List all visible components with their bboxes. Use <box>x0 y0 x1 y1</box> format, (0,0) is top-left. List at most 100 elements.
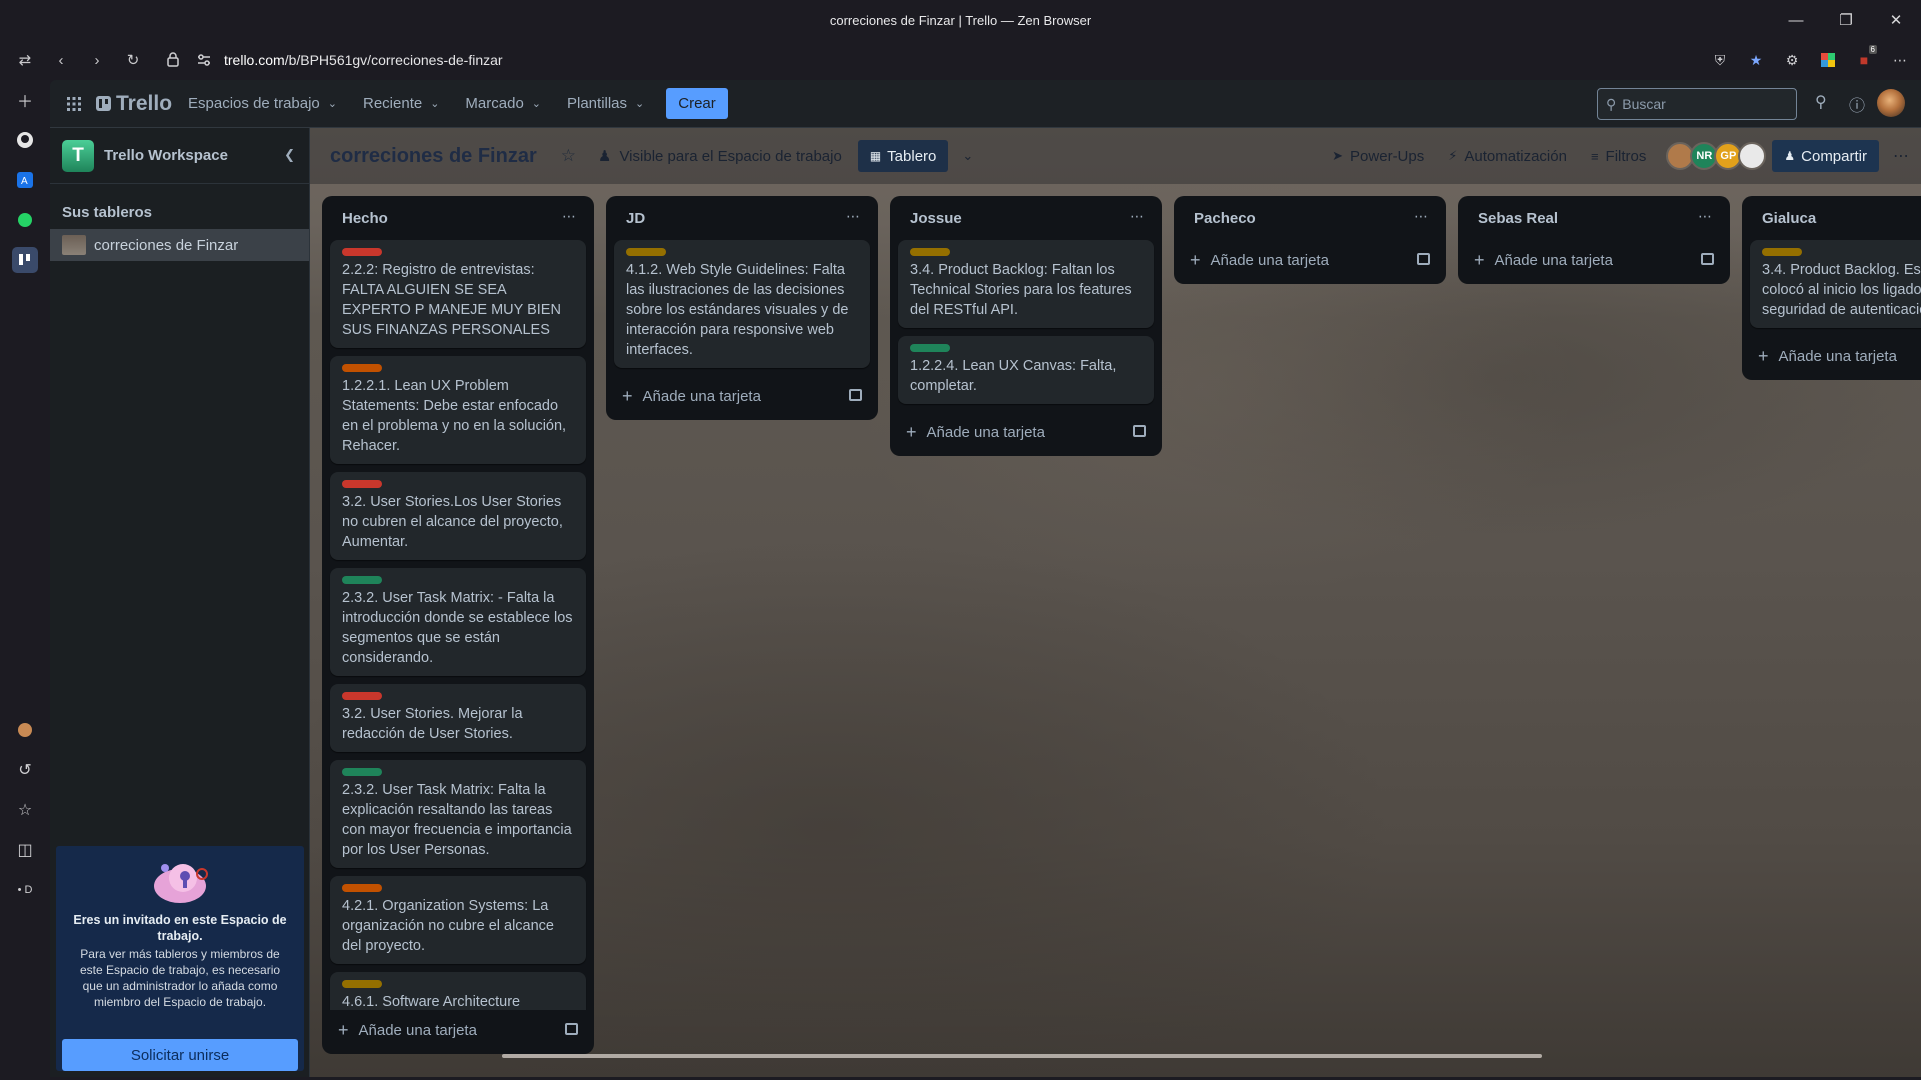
list-header[interactable]: JD ⋯ <box>606 196 878 240</box>
card-template-icon[interactable] <box>1701 253 1714 265</box>
back-icon[interactable]: ‹ <box>44 43 78 77</box>
list-menu-icon[interactable]: ⋯ <box>1414 208 1428 225</box>
card-label[interactable] <box>1762 248 1802 256</box>
card[interactable]: 3.2. User Stories. Mejorar la redacción … <box>330 684 586 752</box>
card-label[interactable] <box>342 480 382 488</box>
add-card-button[interactable]: + Añade una tarjeta <box>890 412 1162 452</box>
card[interactable]: 3.2. User Stories.Los User Stories no cu… <box>330 472 586 560</box>
profile-icon[interactable] <box>0 710 50 750</box>
card-label[interactable] <box>342 884 382 892</box>
card[interactable]: 1.2.2.1. Lean UX Problem Statements: Deb… <box>330 356 586 464</box>
card[interactable]: 1.2.2.4. Lean UX Canvas: Falta, completa… <box>898 336 1154 404</box>
list-menu-icon[interactable]: ⋯ <box>1130 208 1144 225</box>
menu-workspaces[interactable]: Espacios de trabajo ⌄ <box>188 95 337 112</box>
favorites-icon[interactable]: ☆ <box>0 790 50 830</box>
card[interactable]: 2.3.2. User Task Matrix: - Falta la intr… <box>330 568 586 676</box>
request-join-button[interactable]: Solicitar unirse <box>62 1039 298 1071</box>
horizontal-scrollbar[interactable] <box>502 1054 1542 1058</box>
card-list: 4.1.2. Web Style Guidelines: Falta las i… <box>606 240 878 368</box>
workspace-switch-icon[interactable]: • D <box>0 870 50 910</box>
menu-starred[interactable]: Marcado ⌄ <box>465 95 541 112</box>
url-bar[interactable]: trello.com/b/BPH561gv/correciones-de-fin… <box>158 46 1788 74</box>
add-card-button[interactable]: + Añade una tarjeta <box>606 376 878 416</box>
automation-button[interactable]: ⚡ Automatización <box>1448 148 1567 165</box>
list-header[interactable]: Sebas Real ⋯ <box>1458 196 1730 240</box>
views-dropdown-icon[interactable]: ⌄ <box>962 148 973 164</box>
card-template-icon[interactable] <box>849 389 862 401</box>
board-title[interactable]: correciones de Finzar <box>330 145 537 168</box>
add-card-button[interactable]: + Añade una tarjeta <box>1458 240 1730 280</box>
close-icon[interactable]: ✕ <box>1871 0 1921 40</box>
list-menu-icon[interactable]: ⋯ <box>846 208 860 225</box>
add-card-button[interactable]: + Añade una tarjeta <box>1174 240 1446 280</box>
user-avatar[interactable] <box>1877 89 1905 117</box>
card-label[interactable] <box>626 248 666 256</box>
card[interactable]: 3.4. Product Backlog: Faltan los Technic… <box>898 240 1154 328</box>
workspace-name[interactable]: Trello Workspace <box>104 147 228 164</box>
history-icon[interactable]: ↺ <box>0 750 50 790</box>
add-card-button[interactable]: + Añade una tarjeta <box>1742 336 1921 376</box>
search-input[interactable]: ⚲ Buscar <box>1597 88 1797 120</box>
collapse-sidebar-icon[interactable]: ❮ <box>284 147 295 163</box>
forward-icon[interactable]: › <box>80 43 114 77</box>
card-template-icon[interactable] <box>1417 253 1430 265</box>
whatsapp-icon[interactable] <box>0 200 50 240</box>
sidebar-toggle-icon[interactable]: ◫ <box>0 830 50 870</box>
card-label[interactable] <box>342 248 382 256</box>
board-view-button[interactable]: ▦ Tablero <box>857 140 949 172</box>
new-tab-icon[interactable]: ＋ <box>0 80 50 120</box>
visibility-button[interactable]: ♟ Visible para el Espacio de trabajo <box>598 147 842 166</box>
notifications-icon[interactable]: ⚲ <box>1815 92 1827 112</box>
list-header[interactable]: Pacheco ⋯ <box>1174 196 1446 240</box>
card-label[interactable] <box>342 364 382 372</box>
card-template-icon[interactable] <box>1133 425 1146 437</box>
extension-color-icon[interactable] <box>1815 47 1841 73</box>
swap-icon[interactable]: ⇄ <box>8 43 42 77</box>
extensions-icon[interactable]: ⚙ <box>1779 47 1805 73</box>
card[interactable]: 4.2.1. Organization Systems: La organiza… <box>330 876 586 964</box>
add-card-button[interactable]: + Añade una tarjeta <box>322 1010 594 1050</box>
list-menu-icon[interactable]: ⋯ <box>562 208 576 225</box>
minimize-icon[interactable]: — <box>1771 0 1821 40</box>
menu-icon[interactable]: ⋯ <box>1887 47 1913 73</box>
help-icon[interactable]: ⓘ <box>1849 92 1865 116</box>
shield-icon[interactable]: ⛨ <box>1707 47 1733 73</box>
card-label[interactable] <box>342 980 382 988</box>
power-ups-button[interactable]: ➤ Power-Ups <box>1332 148 1424 165</box>
card[interactable]: 4.1.2. Web Style Guidelines: Falta las i… <box>614 240 870 368</box>
site-settings-icon[interactable] <box>196 52 212 68</box>
filters-button[interactable]: ≡ Filtros <box>1591 148 1646 165</box>
ublock-icon[interactable]: ■ 6 <box>1851 45 1877 73</box>
sidebar-board-item[interactable]: correciones de Finzar <box>50 229 309 261</box>
menu-templates[interactable]: Plantillas ⌄ <box>567 95 644 112</box>
card-label[interactable] <box>342 576 382 584</box>
star-board-icon[interactable]: ☆ <box>561 146 576 166</box>
board-menu-icon[interactable]: ⋯ <box>1893 146 1909 166</box>
list-menu-icon[interactable]: ⋯ <box>1698 208 1712 225</box>
trello-logo[interactable]: Trello <box>96 92 172 116</box>
menu-recent[interactable]: Reciente ⌄ <box>363 95 439 112</box>
card-label[interactable] <box>910 248 950 256</box>
share-button[interactable]: ♟ Compartir <box>1772 140 1879 172</box>
create-button[interactable]: Crear <box>666 88 728 119</box>
card-template-icon[interactable] <box>565 1023 578 1035</box>
member-avatar[interactable] <box>1738 142 1767 170</box>
list-header[interactable]: Jossue ⋯ <box>890 196 1162 240</box>
reload-icon[interactable]: ↻ <box>116 43 150 77</box>
card[interactable]: 4.6.1. Software Architecture <box>330 972 586 1010</box>
list-header[interactable]: Hecho ⋯ <box>322 196 594 240</box>
trello-tab-icon[interactable] <box>0 240 50 280</box>
card-label[interactable] <box>910 344 950 352</box>
app-switcher-icon[interactable] <box>58 88 90 120</box>
card-label[interactable] <box>342 692 382 700</box>
card[interactable]: 2.2.2: Registro de entrevistas: FALTA AL… <box>330 240 586 348</box>
card[interactable]: 3.4. Product Backlog. Es porque colocó a… <box>1750 240 1921 328</box>
restore-icon[interactable]: ❐ <box>1821 0 1871 40</box>
workspace-avatar[interactable]: T <box>62 139 94 172</box>
translate-icon[interactable]: A <box>0 160 50 200</box>
list-header[interactable]: Gialuca <box>1742 196 1921 240</box>
github-icon[interactable] <box>0 120 50 160</box>
bookmark-star-icon[interactable]: ★ <box>1743 47 1769 73</box>
card[interactable]: 2.3.2. User Task Matrix: Falta la explic… <box>330 760 586 868</box>
card-label[interactable] <box>342 768 382 776</box>
